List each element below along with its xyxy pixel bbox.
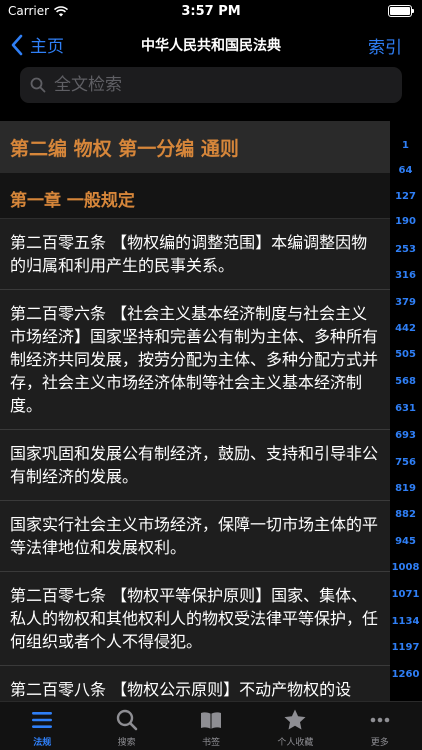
article-text: 第二百零五条 【物权编的调整范围】本编调整因物的归属和利用产生的民事关系。 <box>10 233 368 275</box>
search-bar[interactable] <box>20 67 402 103</box>
article-text: 国家巩固和发展公有制经济，鼓励、支持和引导非公有制经济的发展。 <box>10 444 379 486</box>
tab-favorites[interactable]: 个人收藏 <box>253 702 337 750</box>
tab-label: 个人收藏 <box>277 738 314 748</box>
index-item[interactable]: 756 <box>389 457 422 468</box>
index-item[interactable]: 505 <box>389 349 422 360</box>
part-header: 第二编 物权 第一分编 通则 <box>0 121 390 173</box>
tab-bookmarks[interactable]: 书签 <box>169 702 253 750</box>
search-input[interactable] <box>54 75 374 95</box>
search-icon <box>30 77 46 93</box>
index-item[interactable]: 316 <box>389 270 422 281</box>
search-icon <box>116 709 137 731</box>
status-bar: Carrier 3:57 PM <box>0 0 422 22</box>
article-item[interactable]: 第二百零八条 【物权公示原则】不动产物权的设立、变更、转让和消灭，应当依照法律规… <box>0 666 390 701</box>
index-item[interactable]: 631 <box>389 403 422 414</box>
chapter-header[interactable]: 第一章 一般规定 <box>0 173 390 219</box>
article-text: 第二百零六条 【社会主义基本经济制度与社会主义市场经济】国家坚持和完善公有制为主… <box>10 304 379 415</box>
tab-label: 更多 <box>370 738 389 748</box>
article-item[interactable]: 第二百零七条 【物权平等保护原则】国家、集体、私人的物权和其他权利人的物权受法律… <box>0 572 390 666</box>
index-button[interactable]: 索引 <box>368 33 402 58</box>
navigation-bar: 主页 中华人民共和国民法典 索引 <box>0 22 422 66</box>
page-title: 中华人民共和国民法典 <box>141 38 281 54</box>
law-content[interactable]: 第二编 物权 第一分编 通则 第一章 一般规定 第二百零五条 【物权编的调整范围… <box>0 121 390 701</box>
index-item[interactable]: 1008 <box>389 562 422 573</box>
list-icon <box>32 712 53 728</box>
status-time: 3:57 PM <box>181 4 241 19</box>
more-icon <box>370 717 390 723</box>
index-item[interactable]: 64 <box>389 165 422 176</box>
article-item[interactable]: 国家巩固和发展公有制经济，鼓励、支持和引导非公有制经济的发展。 <box>0 430 390 501</box>
tab-label: 法规 <box>33 738 52 748</box>
article-item[interactable]: 第二百零六条 【社会主义基本经济制度与社会主义市场经济】国家坚持和完善公有制为主… <box>0 290 390 430</box>
index-item[interactable]: 442 <box>389 323 422 334</box>
index-item[interactable]: 693 <box>389 430 422 441</box>
article-text: 国家实行社会主义市场经济，保障一切市场主体的平等法律地位和发展权利。 <box>10 515 379 557</box>
index-item[interactable]: 882 <box>389 509 422 520</box>
tab-laws[interactable]: 法规 <box>0 702 84 750</box>
index-item[interactable]: 1260 <box>389 669 422 680</box>
index-sidebar[interactable]: 1 64 127 190 253 316 379 442 505 568 631… <box>389 140 422 690</box>
index-item[interactable]: 1071 <box>389 589 422 600</box>
index-item[interactable]: 1134 <box>389 616 422 627</box>
index-item[interactable]: 1 <box>389 140 422 151</box>
book-icon <box>200 712 221 729</box>
article-text: 第二百零七条 【物权平等保护原则】国家、集体、私人的物权和其他权利人的物权受法律… <box>10 586 379 651</box>
tab-label: 书签 <box>201 738 220 748</box>
battery-icon <box>388 5 414 17</box>
index-item[interactable]: 819 <box>389 483 422 494</box>
article-text: 第二百零八条 【物权公示原则】不动产物权的设立、变更、转让和消灭，应当依照法律规… <box>10 680 352 699</box>
tab-label: 搜索 <box>117 738 136 748</box>
index-item[interactable]: 379 <box>389 297 422 308</box>
article-item[interactable]: 第二百零五条 【物权编的调整范围】本编调整因物的归属和利用产生的民事关系。 <box>0 219 390 290</box>
article-item[interactable]: 国家实行社会主义市场经济，保障一切市场主体的平等法律地位和发展权利。 <box>0 501 390 572</box>
index-item[interactable]: 1197 <box>389 642 422 653</box>
tab-more[interactable]: 更多 <box>338 702 422 750</box>
index-item[interactable]: 127 <box>389 191 422 202</box>
index-item[interactable]: 190 <box>389 216 422 227</box>
index-item[interactable]: 945 <box>389 536 422 547</box>
tab-bar: 法规 搜索 书签 个人收藏 更多 <box>0 701 422 750</box>
index-item[interactable]: 253 <box>389 244 422 255</box>
index-item[interactable]: 568 <box>389 376 422 387</box>
star-icon <box>284 709 306 730</box>
tab-search[interactable]: 搜索 <box>84 702 168 750</box>
